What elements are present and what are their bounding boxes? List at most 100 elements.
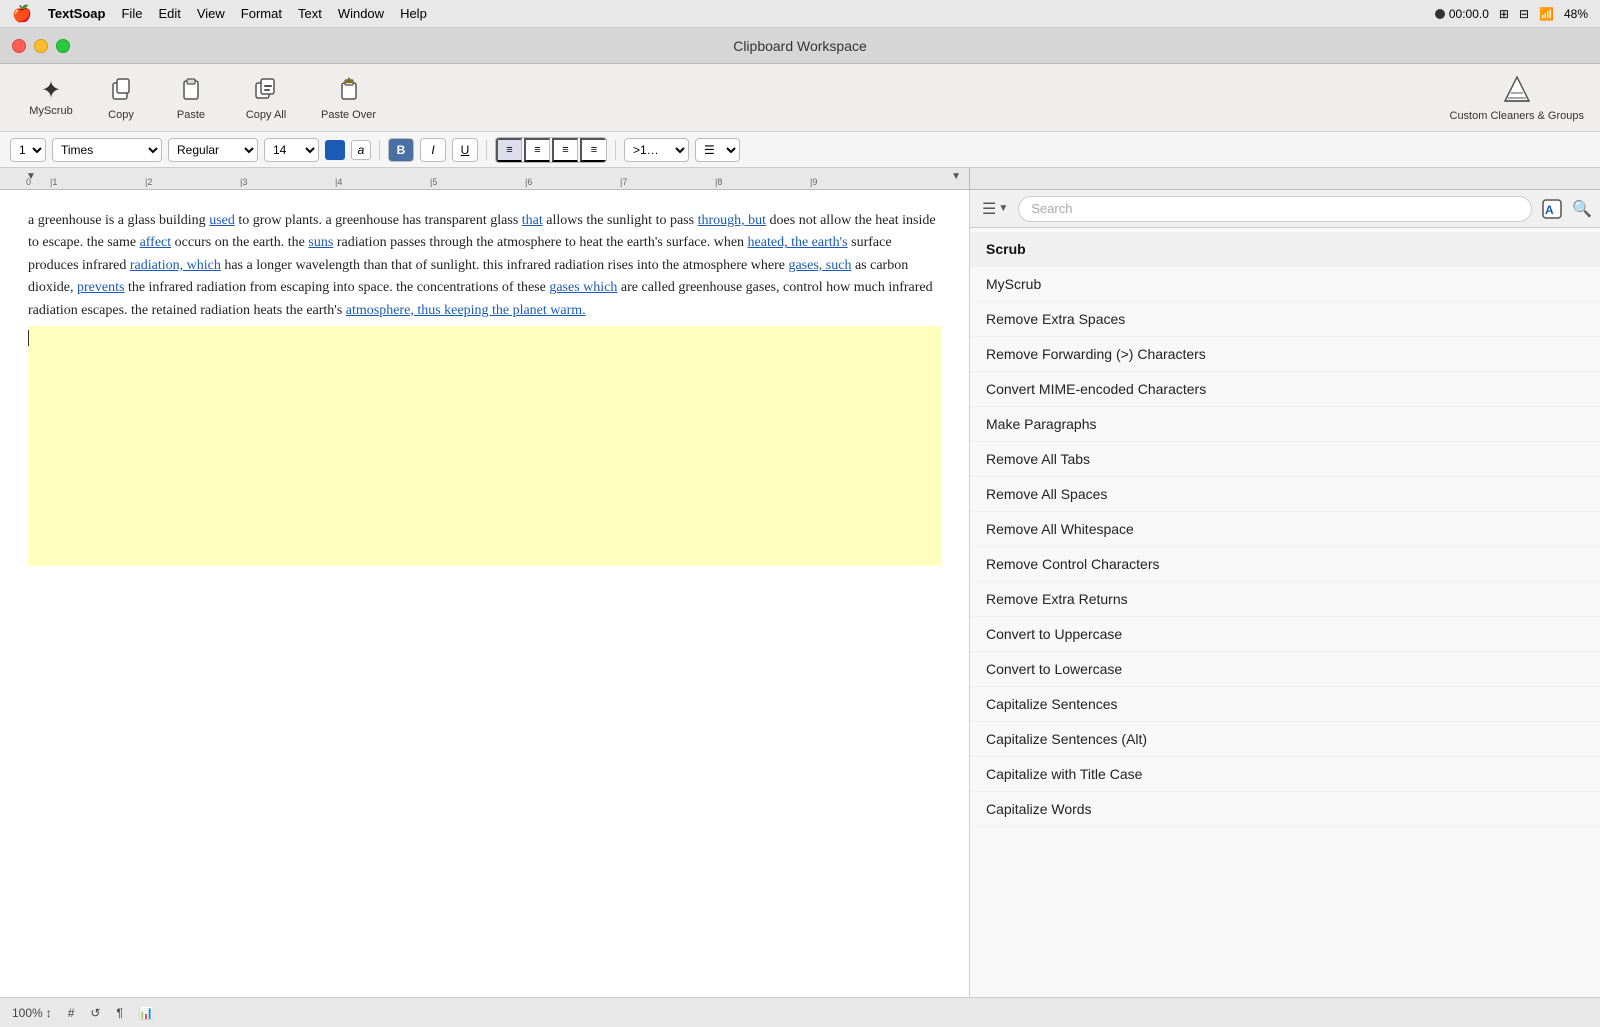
text-color-swatch[interactable]	[325, 140, 345, 160]
copy-all-label: Copy All	[246, 109, 286, 121]
minimize-button[interactable]	[34, 39, 48, 53]
panel-item-remove-all-whitespace[interactable]: Remove All Whitespace	[970, 512, 1600, 547]
search-box: Search	[1018, 196, 1532, 222]
apple-menu[interactable]: 🍎	[12, 4, 32, 24]
align-justify-button[interactable]: ≡	[580, 138, 606, 162]
custom-cleaners-button[interactable]: Custom Cleaners & Groups	[1450, 73, 1585, 122]
paste-button[interactable]: Paste	[156, 68, 226, 128]
wifi-icon: 📶	[1539, 7, 1554, 21]
menu-edit[interactable]: Edit	[158, 6, 180, 21]
link-used[interactable]: used	[209, 213, 235, 228]
align-right-button[interactable]: ≡	[552, 138, 578, 162]
panel-item-scrub-header[interactable]: Scrub	[970, 232, 1600, 267]
menu-help[interactable]: Help	[400, 6, 427, 21]
chevron-down-icon: ▼	[998, 203, 1008, 214]
menu-textsoap[interactable]: TextSoap	[48, 6, 106, 21]
paste-label: Paste	[177, 109, 205, 121]
panel-menu-button[interactable]: ☰ ▼	[978, 197, 1012, 221]
list-select[interactable]: ☰	[695, 138, 740, 162]
undo-status[interactable]: ↺	[90, 1006, 100, 1020]
text-paragraph: a greenhouse is a glass building used to…	[28, 210, 941, 322]
menu-window[interactable]: Window	[338, 6, 384, 21]
titlebar: Clipboard Workspace	[0, 28, 1600, 64]
zoom-status[interactable]: 100% ↕	[12, 1006, 52, 1020]
menu-format[interactable]: Format	[241, 6, 282, 21]
zoom-arrows-icon: ↕	[46, 1006, 52, 1020]
paste-over-button[interactable]: Paste Over	[306, 68, 391, 128]
panel-item-remove-extra-returns[interactable]: Remove Extra Returns	[970, 582, 1600, 617]
formatbar: 1↕ Times Regular 14 a B I U ≡ ≡ ≡ ≡ >1… …	[0, 132, 1600, 168]
panel-item-myscrub[interactable]: MyScrub	[970, 267, 1600, 302]
battery-indicator: 48%	[1564, 7, 1588, 21]
size-select[interactable]: 14	[264, 138, 319, 162]
divider-2	[486, 140, 487, 160]
link-atmosphere[interactable]: atmosphere, thus keeping the planet warm…	[346, 303, 586, 318]
link-prevents[interactable]: prevents	[77, 280, 124, 295]
panel-item-convert-uppercase[interactable]: Convert to Uppercase	[970, 617, 1600, 652]
highlight-color-swatch[interactable]: a	[351, 140, 371, 160]
panel-item-capitalize-words[interactable]: Capitalize Words	[970, 792, 1600, 827]
panel-item-make-paragraphs[interactable]: Make Paragraphs	[970, 407, 1600, 442]
zoom-value: 100%	[12, 1006, 43, 1020]
link-that[interactable]: that	[522, 213, 543, 228]
panel-item-remove-all-tabs[interactable]: Remove All Tabs	[970, 442, 1600, 477]
hash-icon: #	[68, 1006, 75, 1020]
bold-button[interactable]: B	[388, 138, 414, 162]
link-affect[interactable]: affect	[140, 235, 172, 250]
style-select[interactable]: Regular	[168, 138, 258, 162]
maximize-button[interactable]	[56, 39, 70, 53]
align-group: ≡ ≡ ≡ ≡	[495, 137, 607, 163]
chart-status[interactable]: 📊	[139, 1006, 154, 1020]
divider-1	[379, 140, 380, 160]
panel-item-remove-forwarding[interactable]: Remove Forwarding (>) Characters	[970, 337, 1600, 372]
panel-item-remove-control-chars[interactable]: Remove Control Characters	[970, 547, 1600, 582]
statusbar: 100% ↕ # ↺ ¶ 📊	[0, 997, 1600, 1027]
more-select[interactable]: >1…	[624, 138, 689, 162]
link-suns[interactable]: suns	[308, 235, 333, 250]
close-button[interactable]	[12, 39, 26, 53]
panel-item-convert-mime[interactable]: Convert MIME-encoded Characters	[970, 372, 1600, 407]
paste-icon	[177, 75, 205, 107]
ruler-right	[970, 168, 1600, 189]
link-through-but[interactable]: through, but	[698, 213, 766, 228]
underline-button[interactable]: U	[452, 138, 478, 162]
myscrub-label: MyScrub	[29, 105, 72, 117]
svg-text:A: A	[1545, 203, 1554, 217]
record-indicator: 00:00.0	[1435, 7, 1489, 21]
italic-button[interactable]: I	[420, 138, 446, 162]
myscrub-icon: ✦	[41, 79, 61, 103]
align-left-button[interactable]: ≡	[496, 138, 522, 162]
panel-item-capitalize-sentences[interactable]: Capitalize Sentences	[970, 687, 1600, 722]
hamburger-icon: ☰	[982, 199, 996, 219]
search-placeholder-text: Search	[1031, 201, 1072, 216]
copy-all-button[interactable]: Copy All	[226, 68, 306, 128]
para-status[interactable]: ¶	[116, 1006, 122, 1020]
menu-view[interactable]: View	[197, 6, 225, 21]
window-controls	[12, 39, 70, 53]
undo-icon: ↺	[90, 1006, 100, 1020]
link-gases-which[interactable]: gases which	[549, 280, 617, 295]
align-center-button[interactable]: ≡	[524, 138, 550, 162]
panel-item-remove-all-spaces[interactable]: Remove All Spaces	[970, 477, 1600, 512]
minimize-icon: ⊟	[1519, 7, 1529, 21]
panel-item-convert-lowercase[interactable]: Convert to Lowercase	[970, 652, 1600, 687]
link-gases-such[interactable]: gases, such	[788, 258, 851, 273]
empty-line[interactable]	[28, 326, 941, 566]
myscrub-button[interactable]: ✦ MyScrub	[16, 68, 86, 128]
link-heated[interactable]: heated, the earth's	[748, 235, 848, 250]
hash-status[interactable]: #	[68, 1006, 75, 1020]
menu-text[interactable]: Text	[298, 6, 322, 21]
font-select[interactable]: Times	[52, 138, 162, 162]
copy-icon	[107, 75, 135, 107]
menu-file[interactable]: File	[121, 6, 142, 21]
panel-item-remove-extra-spaces[interactable]: Remove Extra Spaces	[970, 302, 1600, 337]
panel-icon-right[interactable]: A	[1538, 195, 1566, 223]
text-editor[interactable]: a greenhouse is a glass building used to…	[0, 190, 970, 997]
copy-button[interactable]: Copy	[86, 68, 156, 128]
ruler-left: ▼ ▼ |1 |2 |3 |4 |5 |6 |7 |8 |9 0	[0, 168, 970, 189]
panel-item-capitalize-title-case[interactable]: Capitalize with Title Case	[970, 757, 1600, 792]
link-radiation[interactable]: radiation, which	[130, 258, 221, 273]
panel-item-capitalize-sentences-alt[interactable]: Capitalize Sentences (Alt)	[970, 722, 1600, 757]
search-icon-button[interactable]: 🔍	[1572, 199, 1592, 219]
zoom-select[interactable]: 1↕	[10, 138, 46, 162]
